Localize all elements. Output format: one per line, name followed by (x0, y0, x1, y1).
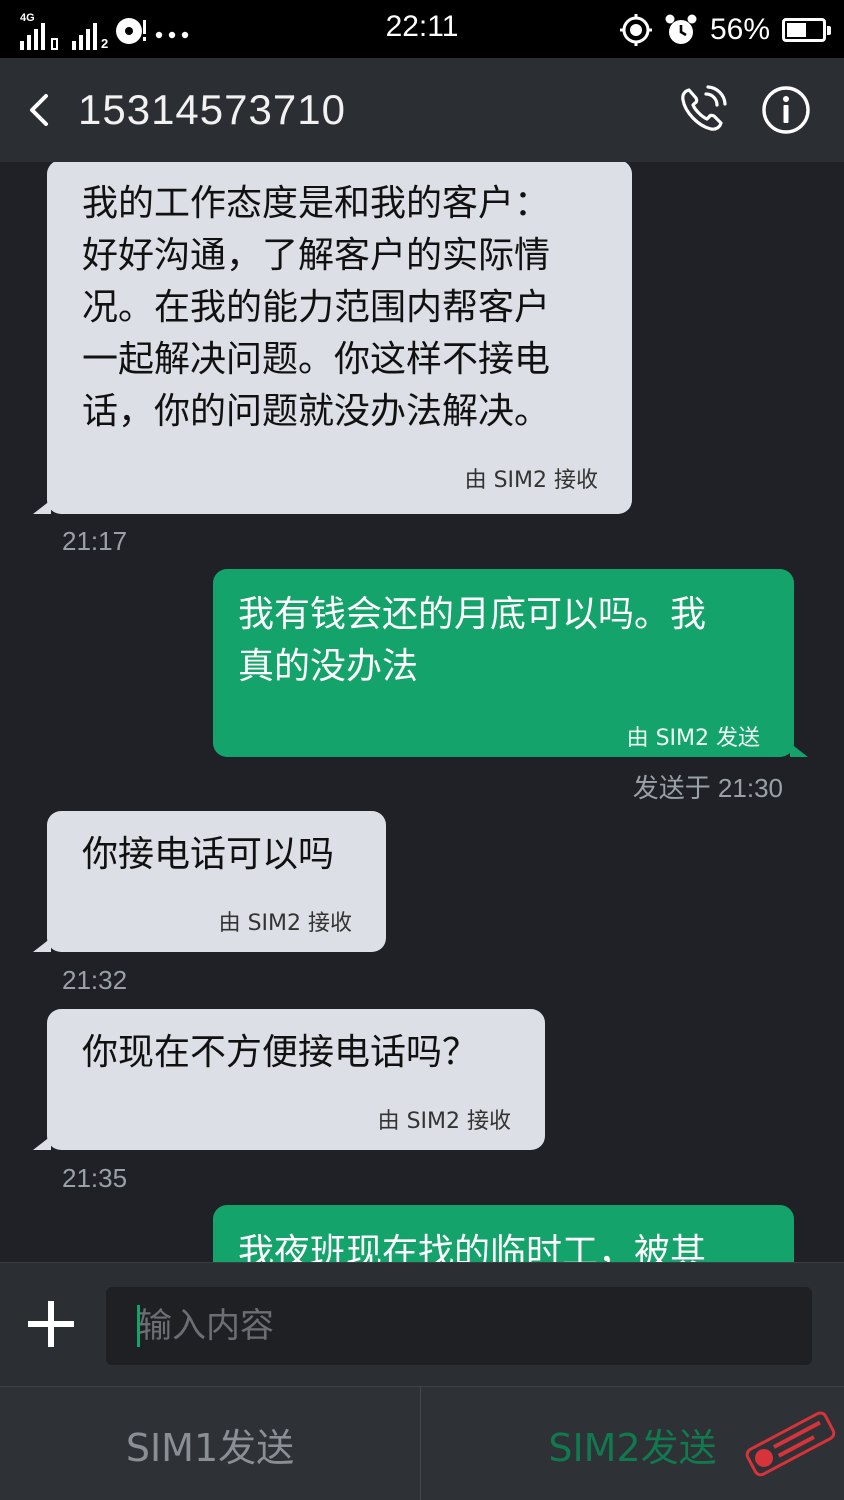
status-bar: 4G 2 22:11 56% (0, 0, 844, 58)
message-text: 我的工作态度是和我的客户： 好好沟通，了解客户的实际情 况。在我的能力范围内帮客… (82, 183, 551, 432)
message-text: 我有钱会还的月底可以吗。我 真的没办法 (238, 594, 707, 687)
battery-fill (787, 23, 807, 37)
battery-icon (782, 18, 831, 42)
message-timestamp: 发送于 21:30 (632, 773, 783, 803)
message-text: 你现在不方便接电话吗？ (82, 1032, 479, 1073)
message-bubble-incoming[interactable]: 我的工作态度是和我的客户： 好好沟通，了解客户的实际情 况。在我的能力范围内帮客… (33, 162, 632, 514)
message-sim-label: 由 SIM2 接收 (218, 911, 352, 936)
sim1-send-button[interactable]: SIM1发送 (0, 1387, 421, 1500)
message-timestamp: 21:32 (62, 965, 128, 995)
message-bubble-incoming[interactable]: 你现在不方便接电话吗？ 由 SIM2 接收 (33, 1009, 545, 1150)
message-sim-label: 由 SIM2 接收 (377, 1109, 511, 1134)
compose-bar (0, 1262, 844, 1386)
message-timestamp: 21:35 (62, 1163, 128, 1193)
contact-number-title: 15314573710 (78, 86, 346, 133)
message-bubble-outgoing[interactable]: 我有钱会还的月底可以吗。我 真的没办法 由 SIM2 发送 (213, 569, 808, 757)
info-icon[interactable] (760, 84, 812, 136)
location-icon (619, 14, 652, 46)
send-button-bar: SIM1发送 SIM2发送 (0, 1386, 844, 1500)
alarm-icon (665, 14, 697, 44)
battery-percent: 56% (709, 13, 770, 46)
message-list[interactable]: 我的工作态度是和我的客户： 好好沟通，了解客户的实际情 况。在我的能力范围内帮客… (0, 162, 844, 1262)
message-timestamp: 21:17 (62, 526, 128, 556)
message-text: 我夜班现在找的临时工，被其 (238, 1232, 707, 1262)
phone-call-icon[interactable] (676, 84, 728, 136)
add-attachment-icon[interactable] (24, 1297, 78, 1351)
back-arrow-icon[interactable] (22, 88, 56, 132)
conversation-header: 15314573710 (0, 58, 844, 162)
text-cursor (137, 1305, 140, 1347)
message-text: 你接电话可以吗 (82, 834, 335, 875)
message-input[interactable] (106, 1287, 812, 1365)
message-sim-label: 由 SIM2 接收 (464, 468, 598, 493)
status-right: 56% (619, 10, 831, 50)
message-bubble-outgoing[interactable]: 我夜班现在找的临时工，被其 (213, 1205, 794, 1262)
message-bubble-incoming[interactable]: 你接电话可以吗 由 SIM2 接收 (33, 811, 386, 952)
message-sim-label: 由 SIM2 发送 (626, 726, 760, 751)
